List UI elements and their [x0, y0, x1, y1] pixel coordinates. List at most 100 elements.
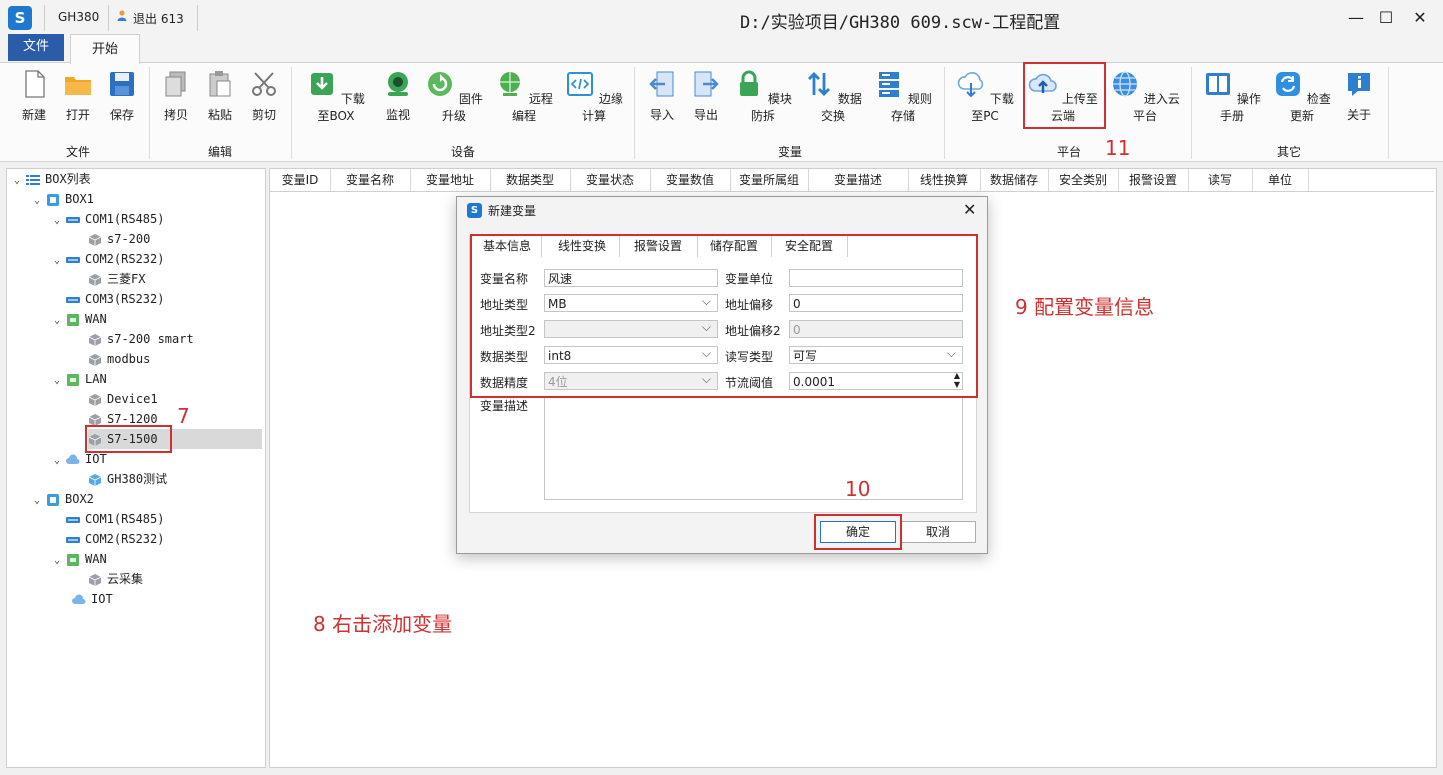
new-label: 新建	[21, 108, 46, 122]
close-icon[interactable]: ✕	[963, 200, 976, 219]
export-label: 导出	[693, 108, 718, 122]
tree-node-com1[interactable]: ⌄ COM1(RS485)	[54, 209, 164, 229]
chevron-down-icon[interactable]: ⌄	[54, 371, 66, 391]
column-header[interactable]: 安全类别	[1048, 169, 1119, 191]
column-header[interactable]: 变量描述	[808, 169, 909, 191]
open-button[interactable]: 打开	[56, 69, 100, 123]
tree-node-gh380test[interactable]: GH380测试	[88, 469, 167, 489]
minimize-button[interactable]: —	[1343, 6, 1369, 30]
group-label-other: 其它	[1276, 145, 1301, 159]
chevron-down-icon[interactable]: ⌄	[54, 551, 66, 571]
tree-node-box2-com2[interactable]: COM2(RS232)	[66, 529, 164, 549]
new-button[interactable]: 新建	[12, 69, 56, 123]
rule-storage-button[interactable]: 规则存储	[874, 69, 932, 124]
tree-node-box2[interactable]: ⌄ BOX2	[34, 489, 94, 509]
column-header[interactable]: 变量地址	[410, 169, 491, 191]
tree-node-s7200smart[interactable]: s7-200 smart	[88, 329, 194, 349]
network-icon	[67, 373, 79, 386]
download-pc-button[interactable]: 下载至PC	[954, 69, 1016, 124]
chevron-down-icon[interactable]: ⌄	[54, 451, 66, 471]
annotation-8: 8 右击添加变量	[313, 612, 453, 636]
database-icon	[879, 72, 900, 97]
column-header[interactable]: 线性换算	[908, 169, 981, 191]
remote-program-button[interactable]: 远程编程	[494, 69, 554, 124]
tree-node-com3[interactable]: COM3(RS232)	[66, 289, 164, 309]
network-icon	[67, 313, 79, 326]
tree-node-box2-wan[interactable]: ⌄ WAN	[54, 549, 107, 569]
device-cube-icon	[88, 233, 102, 246]
tree-node-root[interactable]: ⌄ BOX列表	[14, 169, 91, 189]
tree-node-wan[interactable]: ⌄ WAN	[54, 309, 107, 329]
device-cube-icon	[88, 473, 102, 486]
import-button[interactable]: 导入	[640, 69, 684, 123]
serial-port-icon	[66, 536, 80, 543]
group-divider	[149, 67, 150, 159]
tree-node-box1[interactable]: ⌄ BOX1	[34, 189, 94, 209]
tree-label: BOX列表	[45, 172, 91, 186]
maximize-button[interactable]: ☐	[1373, 6, 1399, 30]
tree-label: BOX2	[65, 492, 94, 506]
info-icon	[1348, 73, 1370, 96]
tree-node-box2-com1[interactable]: COM1(RS485)	[66, 509, 164, 529]
desc-textarea[interactable]	[544, 397, 963, 500]
column-header[interactable]: 数据储存	[980, 169, 1049, 191]
tree-node-box2-iot[interactable]: IOT	[72, 589, 113, 609]
manual-button[interactable]: 操作手册	[1202, 69, 1262, 124]
tree-node-s7200[interactable]: s7-200	[88, 229, 150, 249]
cancel-button[interactable]: 取消	[900, 521, 976, 543]
column-header[interactable]: 单位	[1252, 169, 1309, 191]
paste-button[interactable]: 粘贴	[198, 69, 242, 123]
tree-node-mitsubishi[interactable]: 三菱FX	[88, 269, 145, 289]
tree-node-lan[interactable]: ⌄ LAN	[54, 369, 107, 389]
tree-node-modbus[interactable]: modbus	[88, 349, 150, 369]
tab-start[interactable]: 开始	[70, 34, 140, 64]
monitor-camera-icon	[388, 72, 408, 96]
column-header[interactable]: 变量状态	[570, 169, 651, 191]
chevron-down-icon[interactable]: ⌄	[54, 211, 66, 231]
tree-node-com2[interactable]: ⌄ COM2(RS232)	[54, 249, 164, 269]
cut-button[interactable]: 剪切	[242, 69, 286, 123]
group-label-platform: 平台	[1056, 145, 1081, 159]
annotation-box-ok	[814, 514, 902, 550]
tab-file[interactable]: 文件	[8, 34, 64, 61]
check-update-button[interactable]: 检查更新	[1272, 69, 1332, 124]
export-button[interactable]: 导出	[684, 69, 728, 123]
data-exchange-button[interactable]: 数据交换	[804, 69, 862, 124]
cloud-icon	[72, 593, 86, 604]
close-window-button[interactable]: ✕	[1407, 6, 1433, 30]
column-header[interactable]: 数据类型	[490, 169, 571, 191]
scissors-icon	[252, 72, 276, 96]
monitor-button[interactable]: 监视	[376, 69, 420, 123]
table-header: 变量ID 变量名称 变量地址 数据类型 变量状态 变量数值 变量所属组 变量描述…	[270, 169, 1434, 192]
annotation-box-basic-info	[470, 234, 978, 398]
copy-label: 拷贝	[163, 108, 188, 122]
column-header[interactable]: 变量ID	[270, 169, 331, 191]
module-protect-button[interactable]: 模块防拆	[734, 69, 792, 124]
tree-node-cloud-collect[interactable]: 云采集	[88, 569, 143, 589]
download-box-button[interactable]: 下载至BOX	[302, 69, 370, 124]
chevron-down-icon[interactable]: ⌄	[54, 311, 66, 331]
chevron-down-icon[interactable]: ⌄	[14, 171, 26, 191]
divider	[197, 5, 198, 31]
chevron-down-icon[interactable]: ⌄	[34, 191, 46, 211]
serial-port-icon	[66, 296, 80, 303]
column-header[interactable]: 变量名称	[330, 169, 411, 191]
column-header[interactable]: 读写	[1188, 169, 1253, 191]
device-name[interactable]: GH380	[58, 10, 99, 24]
save-button[interactable]: 保存	[100, 69, 144, 123]
tree-label: COM2(RS232)	[85, 252, 165, 266]
edge-compute-button[interactable]: 边缘计算	[564, 69, 624, 124]
firmware-upgrade-button[interactable]: 固件升级	[424, 69, 484, 124]
copy-button[interactable]: 拷贝	[154, 69, 198, 123]
column-header[interactable]: 变量数值	[650, 169, 731, 191]
annotation-9: 9 配置变量信息	[1015, 295, 1155, 319]
column-header[interactable]: 报警设置	[1118, 169, 1189, 191]
enter-cloud-button[interactable]: 进入云平台	[1108, 69, 1182, 124]
tree-node-device1[interactable]: Device1	[88, 389, 158, 409]
lock-icon	[740, 70, 759, 96]
about-button[interactable]: 关于	[1340, 69, 1378, 123]
chevron-down-icon[interactable]: ⌄	[34, 491, 46, 511]
column-header[interactable]: 变量所属组	[730, 169, 809, 191]
chevron-down-icon[interactable]: ⌄	[54, 251, 66, 271]
logout-button[interactable]: 退出 613	[133, 10, 184, 27]
